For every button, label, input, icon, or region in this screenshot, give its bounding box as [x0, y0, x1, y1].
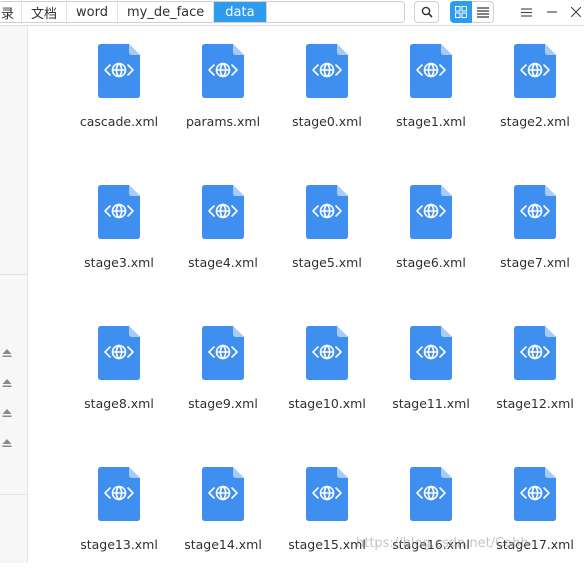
- xml-file-icon: [202, 44, 244, 98]
- file-item[interactable]: stage17.xml: [483, 467, 584, 587]
- file-name: stage3.xml: [84, 255, 154, 270]
- xml-file-icon: [514, 467, 556, 521]
- file-name: stage10.xml: [288, 396, 366, 411]
- list-view-icon: [476, 6, 489, 18]
- file-name: stage0.xml: [292, 114, 362, 129]
- xml-file-icon: [410, 467, 452, 521]
- file-item[interactable]: stage11.xml: [379, 326, 483, 446]
- breadcrumb-item[interactable]: 录: [0, 2, 23, 22]
- grid-view-button[interactable]: [450, 1, 472, 23]
- xml-file-icon: [98, 44, 140, 98]
- file-item[interactable]: stage14.xml: [171, 467, 275, 587]
- xml-file-icon: [202, 467, 244, 521]
- breadcrumb-item[interactable]: word: [67, 2, 118, 22]
- xml-file-icon: [202, 185, 244, 239]
- xml-file-icon: [306, 185, 348, 239]
- xml-file-icon: [98, 326, 140, 380]
- xml-file-icon: [98, 467, 140, 521]
- eject-icon[interactable]: [2, 438, 12, 448]
- file-name: params.xml: [185, 114, 261, 129]
- toolbar: 录 文档 word my_de_face data: [0, 0, 584, 26]
- minimize-icon: [547, 11, 557, 13]
- breadcrumb-item[interactable]: my_de_face: [118, 2, 215, 22]
- file-name: stage2.xml: [500, 114, 570, 129]
- breadcrumb-item[interactable]: 文档: [22, 2, 68, 22]
- file-item[interactable]: stage15.xml: [275, 467, 379, 587]
- xml-file-icon: [306, 326, 348, 380]
- search-icon: [421, 6, 433, 18]
- xml-file-icon: [202, 326, 244, 380]
- file-name: stage5.xml: [292, 255, 362, 270]
- file-name: stage14.xml: [184, 537, 262, 552]
- file-item[interactable]: stage13.xml: [67, 467, 171, 587]
- eject-icon[interactable]: [2, 408, 12, 418]
- file-item[interactable]: params.xml: [171, 44, 275, 164]
- xml-file-icon: [410, 44, 452, 98]
- watermark: https://blog.csdn.net/Cobb: [356, 536, 529, 551]
- xml-file-icon: [98, 185, 140, 239]
- file-item[interactable]: stage6.xml: [379, 185, 483, 305]
- file-item[interactable]: stage8.xml: [67, 326, 171, 446]
- file-name: stage6.xml: [396, 255, 466, 270]
- file-item[interactable]: stage1.xml: [379, 44, 483, 164]
- file-item[interactable]: stage16.xml: [379, 467, 483, 587]
- eject-icon[interactable]: [2, 378, 12, 388]
- file-name: stage11.xml: [392, 396, 470, 411]
- sidebar-divider: [0, 494, 27, 495]
- close-button[interactable]: [566, 2, 584, 22]
- sidebar: [0, 26, 28, 563]
- xml-file-icon: [514, 185, 556, 239]
- list-view-button[interactable]: [472, 1, 494, 23]
- menu-button[interactable]: [516, 2, 536, 22]
- minimize-button[interactable]: [542, 2, 562, 22]
- file-name: cascade.xml: [79, 114, 159, 129]
- close-icon: [571, 7, 581, 17]
- search-button[interactable]: [414, 1, 439, 23]
- breadcrumb-item-current[interactable]: data: [214, 2, 267, 22]
- file-name: stage7.xml: [500, 255, 570, 270]
- file-item[interactable]: stage4.xml: [171, 185, 275, 305]
- xml-file-icon: [514, 44, 556, 98]
- file-item[interactable]: stage3.xml: [67, 185, 171, 305]
- eject-icon[interactable]: [2, 348, 12, 358]
- file-item[interactable]: stage0.xml: [275, 44, 379, 164]
- grid-view-icon: [455, 6, 467, 18]
- file-item[interactable]: stage7.xml: [483, 185, 584, 305]
- xml-file-icon: [514, 326, 556, 380]
- breadcrumb: 录 文档 word my_de_face data: [0, 1, 405, 23]
- menu-icon: [520, 7, 532, 17]
- xml-file-icon: [410, 326, 452, 380]
- file-item[interactable]: stage9.xml: [171, 326, 275, 446]
- xml-file-icon: [410, 185, 452, 239]
- file-name: stage1.xml: [396, 114, 466, 129]
- xml-file-icon: [306, 467, 348, 521]
- file-item[interactable]: stage12.xml: [483, 326, 584, 446]
- file-name: stage13.xml: [80, 537, 158, 552]
- file-item[interactable]: stage5.xml: [275, 185, 379, 305]
- file-item[interactable]: cascade.xml: [67, 44, 171, 164]
- file-name: stage4.xml: [188, 255, 258, 270]
- file-name: stage9.xml: [188, 396, 258, 411]
- file-item[interactable]: stage2.xml: [483, 44, 584, 164]
- file-item[interactable]: stage10.xml: [275, 326, 379, 446]
- sidebar-divider: [0, 274, 27, 275]
- file-name: stage8.xml: [84, 396, 154, 411]
- file-name: stage12.xml: [496, 396, 574, 411]
- xml-file-icon: [306, 44, 348, 98]
